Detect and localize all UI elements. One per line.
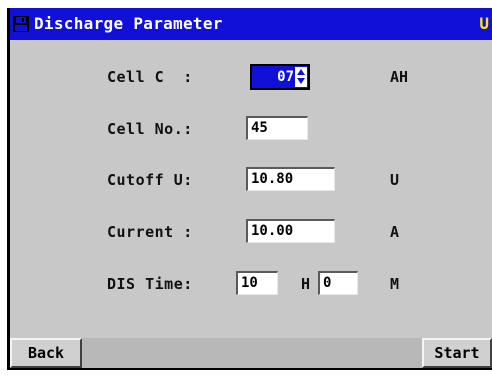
cell-capacity-spinner[interactable]: 07 [250, 64, 310, 90]
window-title: Discharge Parameter [34, 14, 223, 33]
discharge-hours-unit: H [301, 275, 311, 293]
discharge-minutes-unit: M [390, 275, 400, 293]
start-button[interactable]: Start [422, 338, 492, 368]
current-unit: A [390, 223, 400, 241]
cell-number-label: Cell No.: [107, 120, 193, 138]
spin-arrows-icon[interactable] [295, 67, 307, 87]
back-button[interactable]: Back [10, 338, 82, 368]
title-right-text: U [479, 14, 489, 33]
discharge-hours-input[interactable]: 10 [236, 271, 278, 295]
discharge-time-label: DIS Time: [107, 275, 193, 293]
title-bar: Discharge Parameter U [10, 8, 492, 40]
cell-number-input[interactable]: 45 [246, 116, 308, 140]
arrow-down-icon[interactable] [297, 78, 305, 84]
cutoff-voltage-input[interactable]: 10.80 [246, 167, 335, 191]
current-label: Current : [107, 223, 193, 241]
current-input[interactable]: 10.00 [246, 219, 335, 243]
cell-capacity-unit: AH [390, 68, 409, 86]
cutoff-voltage-label: Cutoff U: [107, 171, 193, 189]
discharge-parameter-window: Discharge Parameter U Cell C : 07 AH Cel… [7, 8, 492, 370]
save-icon [13, 16, 29, 32]
discharge-minutes-input[interactable]: 0 [318, 271, 358, 295]
cell-capacity-value[interactable]: 07 [254, 66, 294, 88]
arrow-up-icon[interactable] [297, 69, 305, 75]
button-bar [10, 338, 492, 368]
cell-capacity-label: Cell C : [107, 68, 193, 86]
cutoff-voltage-unit: U [390, 171, 400, 189]
